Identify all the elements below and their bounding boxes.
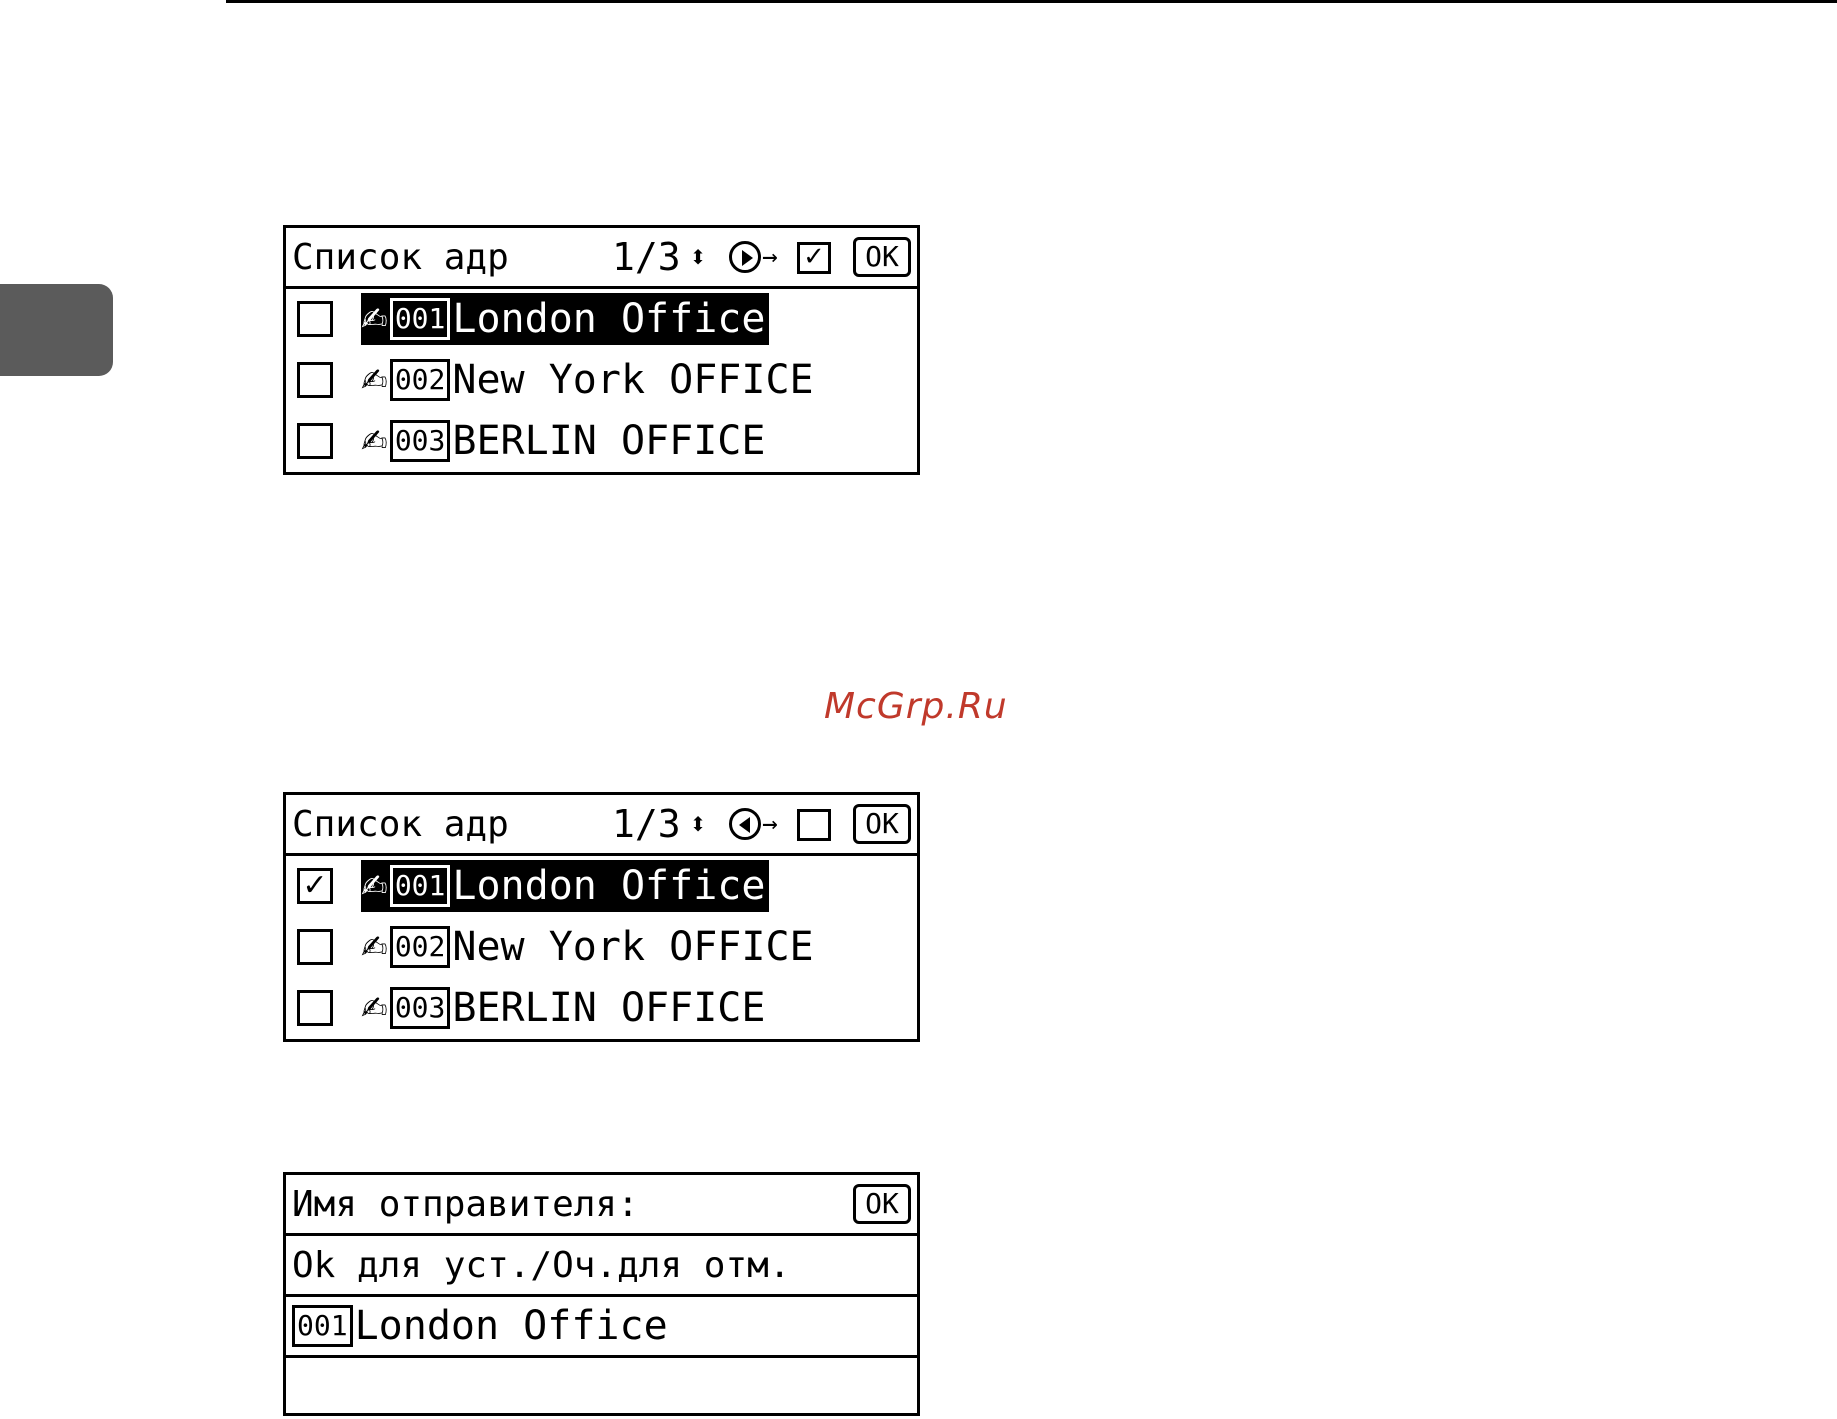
list-item[interactable]: ✓ ✍ 001 London Office: [286, 856, 917, 917]
entry-number: 003: [389, 420, 451, 462]
entry-name: BERLIN OFFICE: [452, 985, 766, 1031]
entry-label[interactable]: ✍ 002 New York OFFICE: [361, 354, 818, 406]
address-book-hand-icon: ✍: [361, 422, 388, 460]
arrow-icon: →: [762, 809, 778, 839]
screen-title: Имя отправителя:: [292, 1183, 639, 1225]
chapter-tab: [0, 284, 113, 376]
list-item[interactable]: ✍ 002 New York OFFICE: [286, 350, 917, 411]
ok-button[interactable]: OK: [853, 237, 911, 277]
address-book-hand-icon: ✍: [361, 989, 388, 1027]
entry-number: 001: [389, 865, 451, 907]
entry-checkbox[interactable]: [297, 362, 333, 398]
entry-number: 002: [389, 926, 451, 968]
entry-checkbox[interactable]: [297, 423, 333, 459]
up-down-arrows-icon: ⬍: [689, 239, 708, 275]
entry-name: London Office: [452, 863, 766, 909]
list-item[interactable]: ✍ 003 BERLIN OFFICE: [286, 978, 917, 1039]
entry-checkbox[interactable]: [297, 990, 333, 1026]
page-indicator: 1/3: [612, 235, 681, 279]
entry-label[interactable]: ✍ 001 London Office: [361, 293, 770, 345]
list-item[interactable]: ✍ 003 BERLIN OFFICE: [286, 411, 917, 472]
instruction-row: Ok для уст./Оч.для отм.: [286, 1236, 917, 1297]
entry-number: 001: [389, 298, 451, 340]
lcd-header: Список адр 1/3 ⬍ → ✓ OK: [286, 228, 917, 289]
entry-checkbox[interactable]: [297, 301, 333, 337]
entry-label[interactable]: ✍ 003 BERLIN OFFICE: [361, 415, 769, 467]
sender-row[interactable]: 001 London Office: [286, 1297, 917, 1358]
address-book-hand-icon: ✍: [361, 928, 388, 966]
arrow-icon: →: [762, 242, 778, 272]
lcd-header: Имя отправителя: OK: [286, 1175, 917, 1236]
sender-entry[interactable]: 001 London Office: [292, 1303, 668, 1349]
entry-checkbox[interactable]: ✓: [297, 868, 333, 904]
list-item[interactable]: ✍ 002 New York OFFICE: [286, 917, 917, 978]
address-book-hand-icon: ✍: [361, 867, 388, 905]
sender-number: 001: [292, 1305, 353, 1347]
empty-row: [286, 1358, 917, 1419]
lcd-header: Список адр 1/3 ⬍ → OK: [286, 795, 917, 856]
sender-name: London Office: [354, 1303, 668, 1349]
watermark: McGrp.Ru: [824, 686, 1008, 727]
right-arrow-key-icon: [729, 241, 761, 273]
page-indicator: 1/3: [612, 802, 681, 846]
entry-label[interactable]: ✍ 002 New York OFFICE: [361, 921, 818, 973]
top-rule: [226, 0, 1837, 3]
left-arrow-key-icon: [729, 808, 761, 840]
address-book-hand-icon: ✍: [361, 361, 388, 399]
instruction-text: Ok для уст./Оч.для отм.: [292, 1244, 791, 1286]
entry-number: 003: [389, 987, 451, 1029]
entry-name: London Office: [452, 296, 766, 342]
entry-name: New York OFFICE: [452, 924, 814, 970]
up-down-arrows-icon: ⬍: [689, 806, 708, 842]
screen-title: Список адр: [292, 803, 509, 845]
ok-button[interactable]: OK: [853, 804, 911, 844]
address-list-screen-1: Список адр 1/3 ⬍ → ✓ OK ✍ 001 London Off…: [283, 225, 920, 475]
list-item[interactable]: ✍ 001 London Office: [286, 289, 917, 350]
check-target-icon: ✓: [797, 242, 831, 274]
entry-label[interactable]: ✍ 003 BERLIN OFFICE: [361, 982, 769, 1034]
entry-number: 002: [389, 359, 451, 401]
entry-name: New York OFFICE: [452, 357, 814, 403]
screen-title: Список адр: [292, 236, 509, 278]
entry-checkbox[interactable]: [297, 929, 333, 965]
address-book-hand-icon: ✍: [361, 300, 388, 338]
entry-name: BERLIN OFFICE: [452, 418, 766, 464]
uncheck-target-icon: [797, 809, 831, 841]
address-list-screen-2: Список адр 1/3 ⬍ → OK ✓ ✍ 001 London Off…: [283, 792, 920, 1042]
ok-button[interactable]: OK: [853, 1184, 911, 1224]
entry-label[interactable]: ✍ 001 London Office: [361, 860, 770, 912]
sender-name-screen: Имя отправителя: OK Ok для уст./Оч.для о…: [283, 1172, 920, 1416]
